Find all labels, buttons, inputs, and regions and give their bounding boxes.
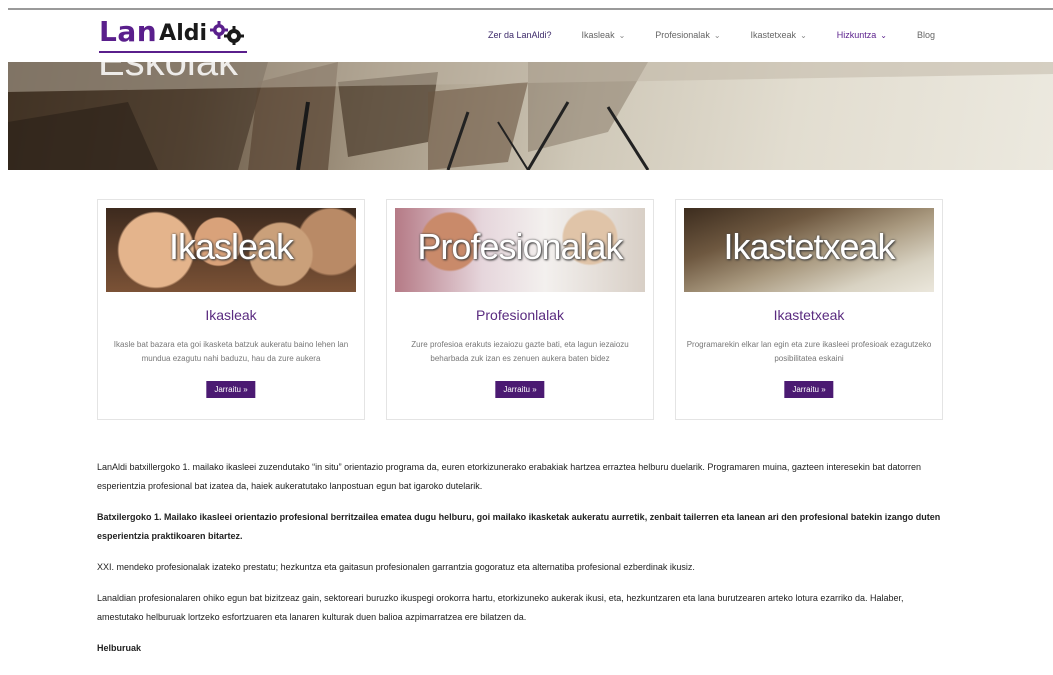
nav-label: Zer da LanAldi? [488, 30, 552, 40]
card-ikastetxeak: Ikastetxeak Ikastetxeak Programarekin el… [675, 199, 943, 420]
card-image-label: Ikasleak [168, 226, 294, 267]
card-image-label: Profesionalak [417, 226, 623, 267]
card-text: Zure profesioa erakuts iezaiozu gazte ba… [411, 340, 629, 363]
nav-label: Blog [916, 30, 935, 40]
main-nav: Zer da LanAldi? Ikasleak ⌄ Profesionalak… [488, 30, 935, 40]
card-title: Profesionlalak [476, 307, 564, 323]
paragraph-xxi: XXI. mendeko profesionalak izateko prest… [97, 562, 695, 572]
jarraitu-button[interactable]: Jarraitu » [784, 381, 834, 398]
nav-item-ikastetxeak[interactable]: Ikastetxeak ⌄ [751, 30, 807, 40]
card-profesionalak: Profesionalak Profesionlalak Zure profes… [386, 199, 654, 420]
card-image-label: Ikastetxeak [723, 226, 895, 267]
paragraph-intro: LanAldi batxillergoko 1. mailako ikaslee… [97, 462, 921, 491]
logo-lan: Lan [99, 15, 158, 48]
nav-label: Ikasleak [581, 30, 615, 40]
logo-underline [99, 51, 247, 53]
card-text: Ikasle bat bazara eta goi ikasketa batzu… [113, 340, 349, 363]
nav-item-blog[interactable]: Blog [917, 30, 935, 40]
jarraitu-button[interactable]: Jarraitu » [495, 381, 545, 398]
gears-icon [210, 21, 245, 45]
nav-label: Ikastetxeak [750, 30, 797, 40]
nav-item-profesionalak[interactable]: Profesionalak ⌄ [655, 30, 720, 40]
logo-aldi: Aldi [159, 21, 208, 46]
nav-item-hizkuntza[interactable]: Hizkuntza ⌄ [837, 30, 887, 40]
jarraitu-button[interactable]: Jarraitu » [206, 381, 256, 398]
paragraph-lanaldian: Lanaldian profesionalaren ohiko egun bat… [97, 593, 904, 622]
card-ikasleak: Ikasleak Ikasleak Ikasle bat bazara eta … [97, 199, 365, 420]
card-text: Programarekin elkar lan egin eta zure ik… [686, 340, 932, 363]
intro-content: LanAldi batxillergoko 1. mailako ikaslee… [97, 458, 952, 670]
hero-title: Eskolak [98, 62, 239, 84]
card-title: Ikasleak [205, 307, 257, 323]
chevron-down-icon: ⌄ [880, 30, 887, 40]
nav-label: Profesionalak [655, 30, 710, 40]
section-heading-helburuak: Helburuak [97, 643, 142, 653]
nav-item-ikasleak[interactable]: Ikasleak ⌄ [582, 30, 626, 40]
school-image: Ikastetxeak [684, 208, 934, 292]
nav-item-zer-da[interactable]: Zer da LanAldi? [488, 30, 552, 40]
paragraph-goal: Batxilergoko 1. Mailako ikasleei orienta… [97, 512, 941, 541]
hero-banner: Eskolak [8, 62, 1053, 170]
professionals-image: Profesionalak [395, 208, 645, 292]
chevron-down-icon: ⌄ [713, 30, 721, 40]
chevron-down-icon: ⌄ [800, 30, 807, 40]
nav-label: Hizkuntza [836, 30, 877, 40]
students-image: Ikasleak [106, 208, 356, 292]
card-title: Ikastetxeak [773, 307, 845, 323]
chevron-down-icon: ⌄ [618, 30, 626, 40]
logo[interactable]: Lan Aldi [99, 18, 245, 46]
site-header: Lan Aldi Zer da LanAldi? Ikasleak ⌄ Prof… [8, 10, 1053, 62]
